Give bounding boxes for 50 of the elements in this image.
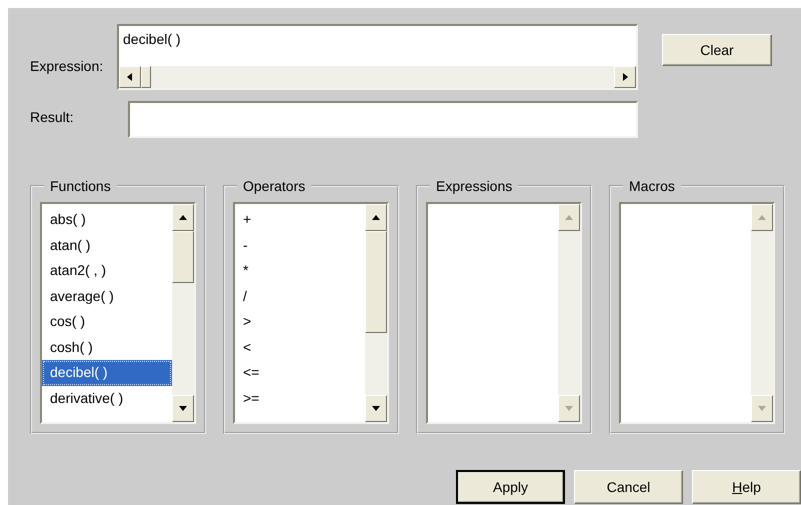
- list-item[interactable]: >=: [235, 386, 365, 411]
- list-item[interactable]: <=: [235, 360, 365, 386]
- list-box[interactable]: + - * / > < <= >=: [233, 202, 389, 424]
- scroll-right-icon: [623, 73, 628, 81]
- group-title: Macros: [628, 178, 676, 194]
- expression-label: Expression:: [30, 58, 104, 74]
- scroll-down-icon: [758, 406, 766, 410]
- group-title: Expressions: [435, 178, 514, 194]
- scroll-down-icon: [565, 406, 573, 410]
- list-item[interactable]: <: [235, 334, 365, 360]
- horizontal-scrollbar[interactable]: [119, 66, 636, 88]
- list-item[interactable]: atan( ): [42, 232, 172, 258]
- group-title: Functions: [49, 178, 112, 194]
- scroll-thumb[interactable]: [141, 66, 151, 88]
- list-box[interactable]: abs( ) atan( ) atan2( , ) average( ) cos( ) cosh( ) decibel( ) derivative( ): [40, 202, 196, 424]
- list-box[interactable]: [619, 202, 775, 424]
- vertical-scrollbar[interactable]: [365, 204, 387, 422]
- list-item[interactable]: atan2( , ): [42, 258, 172, 284]
- list-item[interactable]: average( ): [42, 284, 172, 309]
- dialog-button[interactable]: Help: [692, 470, 801, 504]
- scroll-down-button[interactable]: [172, 395, 194, 422]
- vertical-scrollbar[interactable]: [172, 204, 194, 422]
- scroll-left-icon: [127, 73, 132, 81]
- dialog-button[interactable]: Apply: [456, 470, 565, 504]
- list-item[interactable]: +: [235, 207, 365, 232]
- scroll-up-button[interactable]: [365, 204, 387, 231]
- list-item[interactable]: derivative( ): [42, 386, 172, 411]
- list-item[interactable]: *: [235, 258, 365, 284]
- list-item[interactable]: -: [235, 232, 365, 258]
- scroll-down-button[interactable]: [365, 395, 387, 422]
- result-label: Result:: [30, 109, 75, 125]
- list-item[interactable]: /: [235, 284, 365, 309]
- dialog-button[interactable]: Cancel: [574, 470, 683, 504]
- scroll-thumb[interactable]: [365, 231, 387, 333]
- scroll-left-button[interactable]: [119, 66, 141, 88]
- list-item[interactable]: cosh( ): [42, 334, 172, 360]
- result-field[interactable]: [128, 101, 638, 138]
- scroll-thumb[interactable]: [172, 231, 194, 283]
- group-title: Operators: [242, 178, 306, 194]
- scroll-down-icon: [179, 406, 187, 410]
- list-item[interactable]: >: [235, 309, 365, 334]
- scroll-right-button[interactable]: [614, 66, 636, 88]
- expression-field[interactable]: decibel( ): [117, 24, 638, 90]
- clear-button[interactable]: Clear: [662, 34, 772, 66]
- list-item[interactable]: decibel( ): [42, 360, 172, 386]
- list-item[interactable]: cos( ): [42, 309, 172, 334]
- scroll-down-icon: [372, 406, 380, 410]
- list-box[interactable]: [426, 202, 582, 424]
- list-item[interactable]: abs( ): [42, 207, 172, 232]
- scroll-up-button[interactable]: [172, 204, 194, 231]
